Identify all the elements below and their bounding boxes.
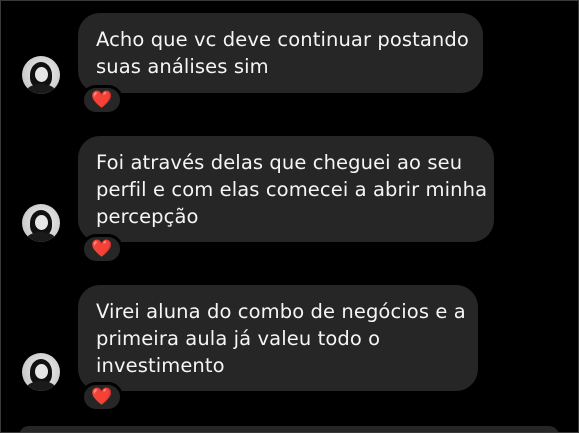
avatar[interactable] — [22, 353, 60, 391]
heart-icon: ❤️ — [91, 238, 113, 259]
next-message-bubble[interactable] — [19, 426, 559, 432]
message-text-line: investimento — [96, 354, 225, 377]
message-text-line: Virei aluna do combo de negócios e a — [96, 300, 466, 323]
message-text-line: suas análises sim — [96, 55, 269, 78]
reaction-heart-icon[interactable]: ❤️ — [81, 85, 123, 115]
message-text-line: primeira aula já valeu todo o — [96, 327, 381, 350]
message-text-line: percepção — [96, 205, 199, 228]
message-bubble[interactable]: Acho que vc deve continuar postando suas… — [78, 13, 483, 93]
avatar[interactable] — [22, 56, 60, 94]
message-text-line: Acho que vc deve continuar postando — [96, 28, 469, 51]
avatar[interactable] — [22, 204, 60, 242]
heart-icon: ❤️ — [91, 386, 113, 407]
message-bubble[interactable]: Virei aluna do combo de negócios e a pri… — [78, 285, 478, 391]
chat-thread[interactable]: Acho que vc deve continuar postando suas… — [1, 1, 578, 432]
message-bubble[interactable]: Foi através delas que cheguei ao seu per… — [78, 136, 494, 242]
heart-icon: ❤️ — [91, 89, 113, 110]
reaction-heart-icon[interactable]: ❤️ — [81, 234, 123, 264]
message-text-line: Foi através delas que cheguei ao seu — [96, 151, 463, 174]
message-text-line: perfil e com elas comecei a abrir minha — [96, 178, 488, 201]
reaction-heart-icon[interactable]: ❤️ — [81, 382, 123, 412]
